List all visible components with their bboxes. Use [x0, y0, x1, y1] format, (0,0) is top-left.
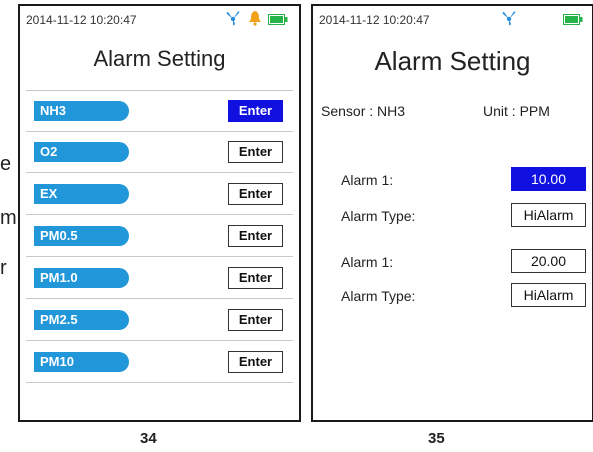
sensor-row-o2: O2 Enter: [26, 132, 293, 173]
alarm-2-value-field[interactable]: 20.00: [511, 249, 586, 273]
sensor-row-pm10: PM10 Enter: [26, 342, 293, 383]
alarm-2-type-label: Alarm Type:: [341, 288, 416, 304]
unit-info: Unit : PPM: [483, 103, 550, 119]
sensor-label: PM10: [34, 352, 129, 372]
sensor-label: NH3: [34, 101, 129, 121]
sensor-row-pm05: PM0.5 Enter: [26, 216, 293, 257]
enter-button-pm25[interactable]: Enter: [228, 309, 283, 331]
alarm-2-type-field[interactable]: HiAlarm: [511, 283, 586, 307]
sensor-label: EX: [34, 184, 129, 204]
status-bar: 2014-11-12 10:20:47: [20, 6, 299, 32]
enter-button-pm1[interactable]: Enter: [228, 267, 283, 289]
alarm-2-label: Alarm 1:: [341, 254, 394, 270]
device-screen-sensor-list: 2014-11-12 10:20:47 Alarm Setting NH3 En…: [18, 4, 301, 422]
enter-button-pm10[interactable]: Enter: [228, 351, 283, 373]
device-screen-alarm-detail: 2014-11-12 10:20:47 Alarm Setting Sensor…: [311, 4, 593, 422]
page-number: 35: [428, 430, 445, 447]
bell-icon: [248, 10, 262, 31]
fan-icon: [501, 10, 517, 31]
datetime: 2014-11-12 10:20:47: [26, 13, 137, 27]
alarm-1-value-field[interactable]: 10.00: [511, 167, 586, 191]
alarm-1-type-label: Alarm Type:: [341, 208, 416, 224]
sensor-label: O2: [34, 142, 129, 162]
enter-button-o2[interactable]: Enter: [228, 141, 283, 163]
battery-icon: [268, 12, 288, 30]
side-text-fragment: r: [0, 257, 7, 279]
sensor-row-pm25: PM2.5 Enter: [26, 300, 293, 341]
page-title: Alarm Setting: [374, 46, 531, 76]
sensor-label: PM0.5: [34, 226, 129, 246]
enter-button-pm05[interactable]: Enter: [228, 225, 283, 247]
page-title: Alarm Setting: [93, 46, 226, 71]
page-number: 34: [140, 430, 157, 447]
sensor-label: PM1.0: [34, 268, 129, 288]
enter-button-ex[interactable]: Enter: [228, 183, 283, 205]
datetime: 2014-11-12 10:20:47: [319, 13, 430, 27]
sensor-row-pm10-fine: PM1.0 Enter: [26, 258, 293, 299]
side-text-fragment: e: [0, 153, 12, 175]
alarm-1-label: Alarm 1:: [341, 172, 394, 188]
sensor-info: Sensor : NH3: [321, 103, 406, 119]
sensor-label: PM2.5: [34, 310, 129, 330]
fan-icon: [225, 10, 241, 31]
sensor-row-nh3: NH3 Enter: [26, 90, 293, 132]
status-bar: 2014-11-12 10:20:47: [313, 6, 592, 32]
sensor-row-ex: EX Enter: [26, 174, 293, 215]
side-text-fragment: m: [0, 207, 17, 229]
battery-icon: [563, 12, 583, 30]
alarm-1-type-field[interactable]: HiAlarm: [511, 203, 586, 227]
enter-button-nh3[interactable]: Enter: [228, 100, 283, 122]
